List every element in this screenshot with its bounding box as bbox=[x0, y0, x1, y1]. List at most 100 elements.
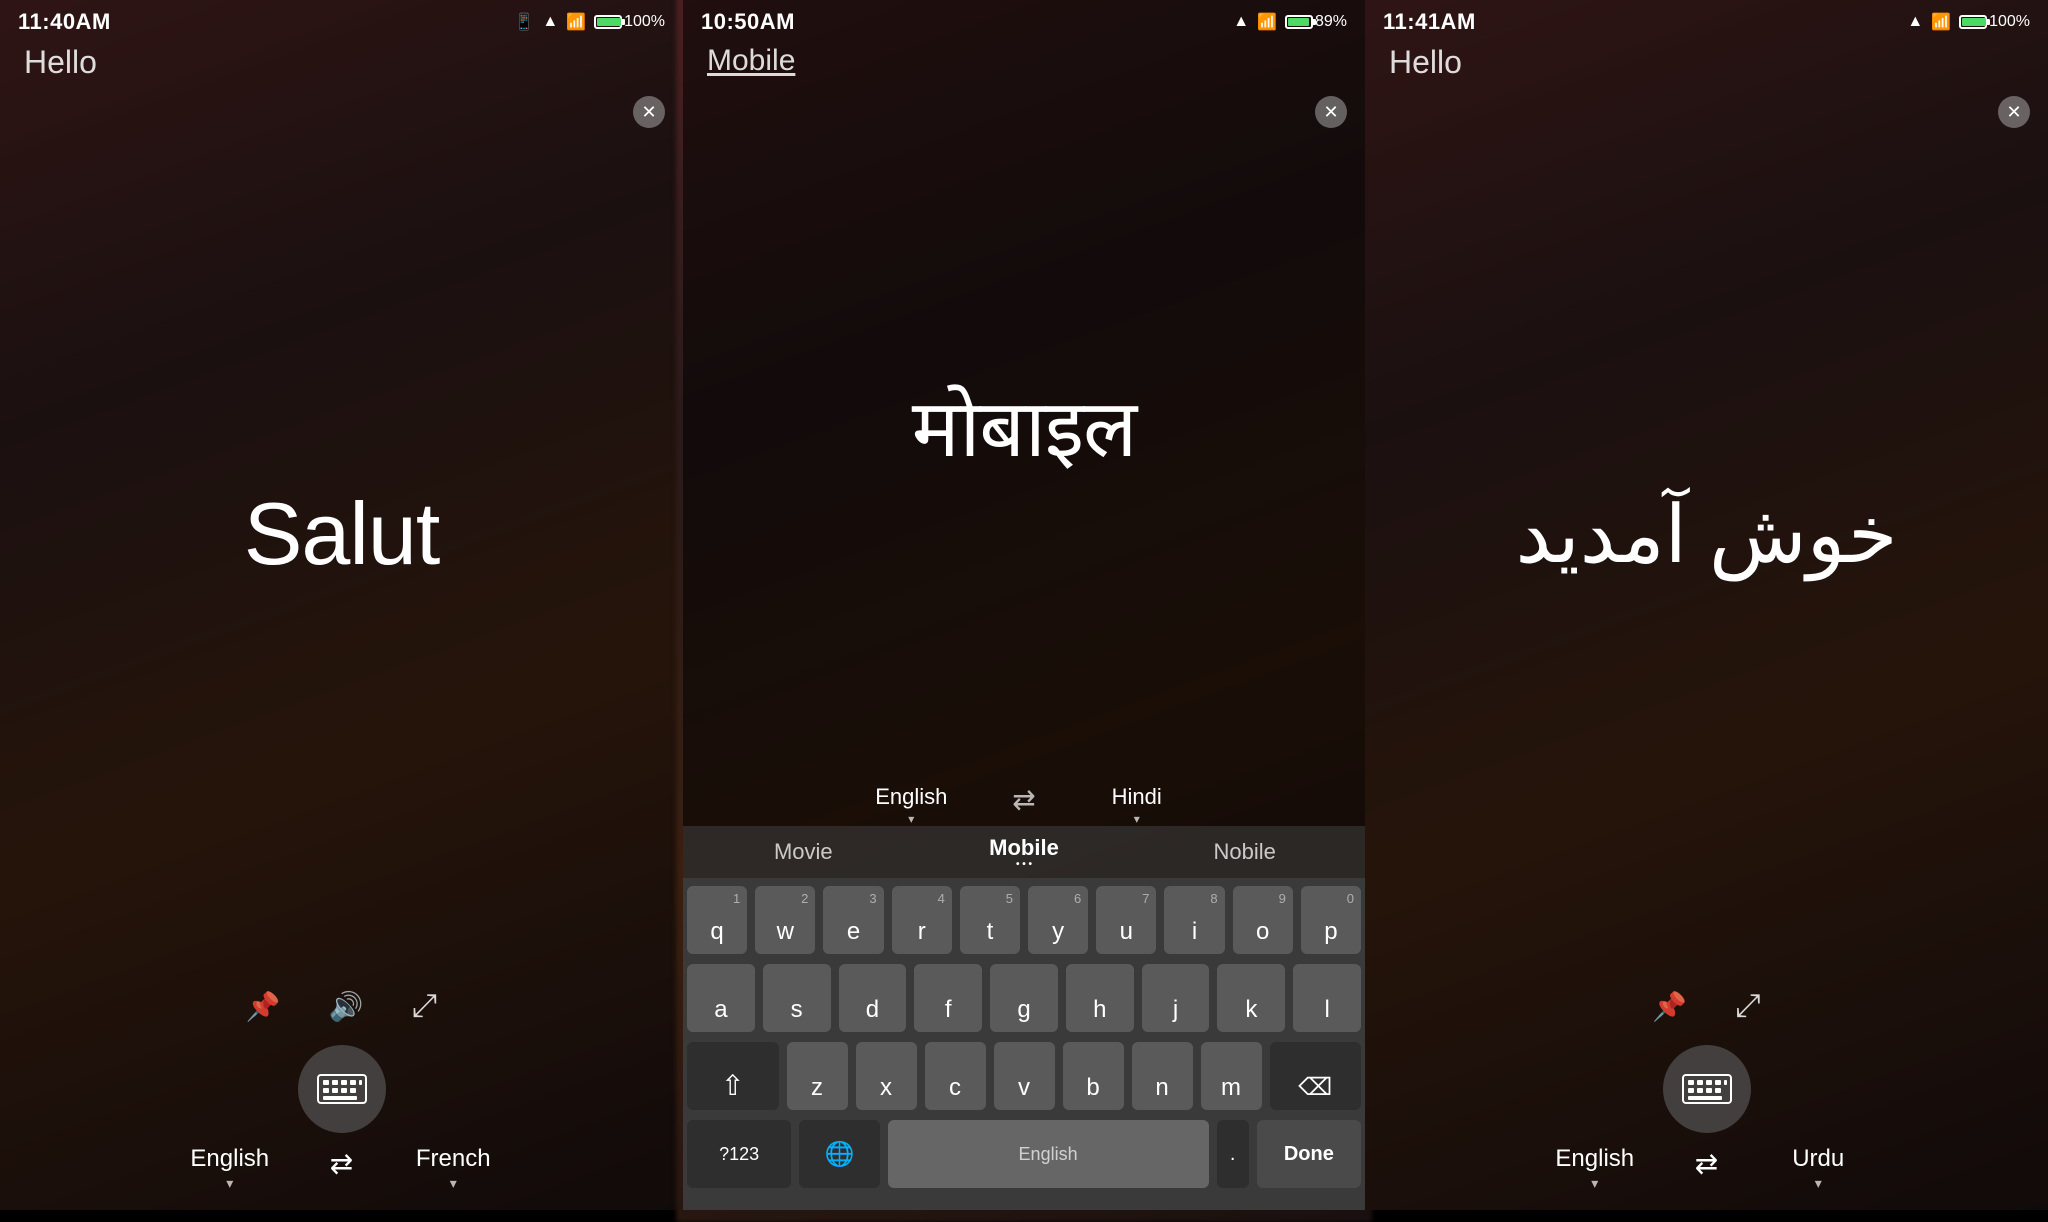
left-pin-icon[interactable]: 📌 bbox=[246, 990, 281, 1023]
key-x[interactable]: x bbox=[856, 1042, 917, 1110]
suggestion-1-text[interactable]: Mobile bbox=[989, 835, 1059, 860]
left-source-lang[interactable]: English ▾ bbox=[150, 1145, 310, 1192]
suggestion-2[interactable]: Nobile bbox=[1134, 833, 1355, 871]
key-u[interactable]: 7u bbox=[1096, 886, 1156, 954]
middle-input-word[interactable]: Mobile bbox=[683, 32, 819, 77]
key-f[interactable]: f bbox=[914, 964, 982, 1032]
middle-target-lang[interactable]: Hindi ▾ bbox=[1072, 784, 1202, 826]
right-lang-bar: English ▾ ⇄ Urdu ▾ bbox=[1365, 1145, 2048, 1210]
left-bottom-controls: 📌 🔊 ⤢ bbox=[0, 987, 683, 1045]
middle-wifi-icon: ▲ bbox=[1233, 13, 1249, 31]
key-spacebar[interactable]: English bbox=[888, 1120, 1209, 1188]
left-battery-text: 100% bbox=[624, 13, 665, 31]
keyboard-row-2: a s d f g h j k l bbox=[687, 964, 1361, 1032]
key-i[interactable]: 8i bbox=[1164, 886, 1224, 954]
left-swap-button[interactable]: ⇄ bbox=[310, 1147, 373, 1190]
right-battery-text: 100% bbox=[1989, 13, 2030, 31]
key-y[interactable]: 6y bbox=[1028, 886, 1088, 954]
middle-main: मोबाइल bbox=[683, 78, 1365, 773]
right-pin-icon[interactable]: 📌 bbox=[1652, 990, 1687, 1023]
whatsapp-icon: 📱 bbox=[514, 12, 534, 32]
left-main-text: Salut bbox=[0, 81, 683, 987]
middle-translation: मोबाइल bbox=[912, 371, 1136, 480]
key-m[interactable]: m bbox=[1201, 1042, 1262, 1110]
keyboard-row-4: ?123 🌐 English . Done bbox=[687, 1120, 1361, 1200]
right-source-lang[interactable]: English ▾ bbox=[1515, 1145, 1675, 1192]
right-swap-button[interactable]: ⇄ bbox=[1675, 1147, 1738, 1190]
middle-source-lang-label: English bbox=[875, 784, 947, 810]
left-target-lang[interactable]: French ▾ bbox=[373, 1145, 533, 1192]
key-q[interactable]: 1q bbox=[687, 886, 747, 954]
key-b[interactable]: b bbox=[1063, 1042, 1124, 1110]
left-keyboard-button[interactable] bbox=[298, 1045, 386, 1133]
middle-panel: 10:50AM ▲ 📶 89% Mobile ✕ मोबाइल English … bbox=[683, 0, 1365, 1210]
right-panel: 11:41AM ▲ 📶 100% Hello ✕ خوش آمدید 📌 ⤢ bbox=[1365, 0, 2048, 1210]
key-z[interactable]: z bbox=[787, 1042, 848, 1110]
key-d[interactable]: d bbox=[839, 964, 907, 1032]
key-v[interactable]: v bbox=[994, 1042, 1055, 1110]
keyboard: 1q 2w 3e 4r 5t 6y 7u 8i 9o 0p a s d f g … bbox=[683, 878, 1365, 1210]
right-source-lang-label: English bbox=[1555, 1145, 1634, 1173]
left-target-caret: ▾ bbox=[450, 1175, 457, 1192]
left-battery: 100% bbox=[594, 13, 665, 31]
right-target-lang[interactable]: Urdu ▾ bbox=[1738, 1145, 1898, 1192]
left-lang-bar: English ▾ ⇄ French ▾ bbox=[0, 1145, 683, 1210]
middle-swap-button[interactable]: ⇄ bbox=[996, 783, 1051, 826]
middle-target-caret: ▾ bbox=[1134, 812, 1140, 826]
right-source-caret: ▾ bbox=[1591, 1175, 1598, 1192]
right-expand-icon[interactable]: ⤢ bbox=[1735, 987, 1761, 1025]
middle-battery: 89% bbox=[1285, 13, 1347, 31]
middle-lang-row: English ▾ ⇄ Hindi ▾ bbox=[683, 773, 1365, 826]
left-sound-icon[interactable]: 🔊 bbox=[329, 990, 364, 1023]
key-w[interactable]: 2w bbox=[755, 886, 815, 954]
key-l[interactable]: l bbox=[1293, 964, 1361, 1032]
middle-battery-text: 89% bbox=[1315, 13, 1347, 31]
right-translation: خوش آمدید bbox=[1516, 488, 1898, 581]
left-target-lang-label: French bbox=[416, 1145, 491, 1173]
key-period[interactable]: . bbox=[1217, 1120, 1249, 1188]
right-battery: 100% bbox=[1959, 13, 2030, 31]
right-status-icons: ▲ 📶 100% bbox=[1907, 12, 2030, 32]
left-status-icons: 📱 ▲ 📶 100% bbox=[514, 12, 665, 32]
key-t[interactable]: 5t bbox=[960, 886, 1020, 954]
key-j[interactable]: j bbox=[1142, 964, 1210, 1032]
middle-source-lang[interactable]: English ▾ bbox=[846, 784, 976, 826]
left-panel: 11:40AM 📱 ▲ 📶 100% Hello ✕ Salut 📌 🔊 ⤢ bbox=[0, 0, 683, 1210]
middle-signal-icon: 📶 bbox=[1257, 12, 1277, 32]
suggestion-1: Mobile • • • bbox=[914, 829, 1135, 876]
suggestions-row: Movie Mobile • • • Nobile bbox=[683, 826, 1365, 878]
left-translation: Salut bbox=[244, 483, 440, 585]
right-bottom-controls: 📌 ⤢ bbox=[1365, 987, 2048, 1045]
key-r[interactable]: 4r bbox=[892, 886, 952, 954]
key-s[interactable]: s bbox=[763, 964, 831, 1032]
key-backspace[interactable]: ⌫ bbox=[1270, 1042, 1362, 1110]
keyboard-row-3: ⇧ z x c v b n m ⌫ bbox=[687, 1042, 1361, 1110]
key-o[interactable]: 9o bbox=[1233, 886, 1293, 954]
right-signal-icon: 📶 bbox=[1931, 12, 1951, 32]
left-header-word: Hello bbox=[0, 32, 121, 80]
middle-target-lang-label: Hindi bbox=[1112, 784, 1162, 810]
right-main-text: خوش آمدید bbox=[1365, 81, 2048, 987]
middle-status-icons: ▲ 📶 89% bbox=[1233, 12, 1347, 32]
key-e[interactable]: 3e bbox=[823, 886, 883, 954]
wifi-icon: ▲ bbox=[542, 13, 558, 31]
key-num-sym[interactable]: ?123 bbox=[687, 1120, 791, 1188]
left-expand-icon[interactable]: ⤢ bbox=[412, 987, 438, 1025]
key-a[interactable]: a bbox=[687, 964, 755, 1032]
key-h[interactable]: h bbox=[1066, 964, 1134, 1032]
right-keyboard-button[interactable] bbox=[1663, 1045, 1751, 1133]
key-n[interactable]: n bbox=[1132, 1042, 1193, 1110]
key-c[interactable]: c bbox=[925, 1042, 986, 1110]
key-shift[interactable]: ⇧ bbox=[687, 1042, 779, 1110]
key-g[interactable]: g bbox=[990, 964, 1058, 1032]
key-p[interactable]: 0p bbox=[1301, 886, 1361, 954]
middle-source-caret: ▾ bbox=[908, 812, 914, 826]
right-wifi-icon: ▲ bbox=[1907, 13, 1923, 31]
suggestion-0[interactable]: Movie bbox=[693, 833, 914, 871]
key-globe[interactable]: 🌐 bbox=[799, 1120, 879, 1188]
keyboard-row-1: 1q 2w 3e 4r 5t 6y 7u 8i 9o 0p bbox=[687, 886, 1361, 954]
key-done[interactable]: Done bbox=[1257, 1120, 1361, 1188]
key-k[interactable]: k bbox=[1217, 964, 1285, 1032]
right-header-word: Hello bbox=[1365, 32, 1486, 80]
left-source-caret: ▾ bbox=[226, 1175, 233, 1192]
